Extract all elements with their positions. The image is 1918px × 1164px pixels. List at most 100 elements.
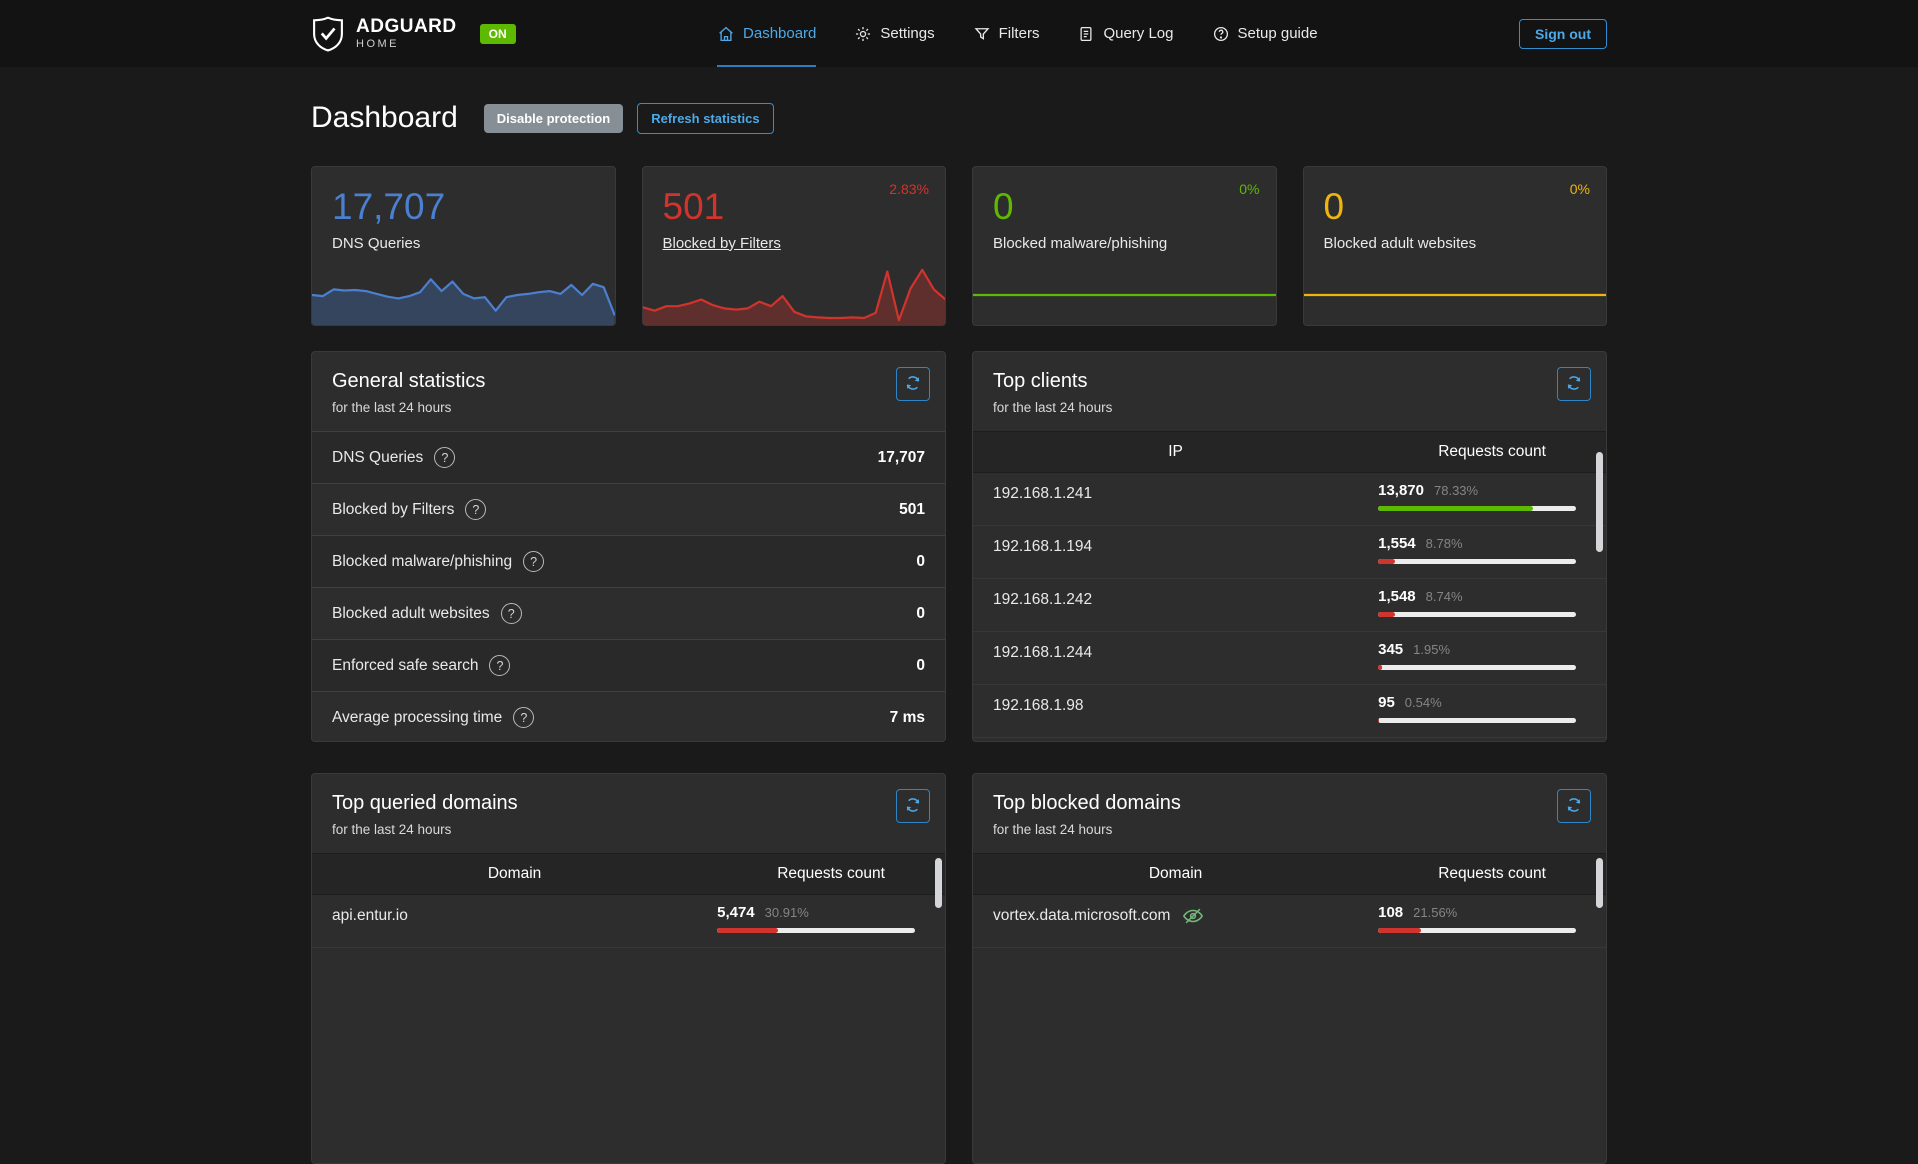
progress-bar — [1378, 928, 1576, 933]
card-value: 0 — [1324, 187, 1607, 228]
help-icon[interactable]: ? — [465, 499, 486, 520]
top-clients-panel: Top clients for the last 24 hours — [972, 351, 1607, 742]
help-circle-icon — [1212, 25, 1230, 43]
table-row: api.entur.io 5,474 30.91% — [312, 895, 945, 948]
row-key[interactable]: api.entur.io — [332, 907, 408, 925]
progress-bar — [1378, 506, 1576, 511]
stat-row: Blocked by Filters ? 501 — [312, 484, 945, 536]
row-count: 345 — [1378, 641, 1403, 658]
table-header: Domain Requests count — [312, 853, 945, 895]
card-label: DNS Queries — [332, 235, 420, 252]
stat-row-label: Average processing time — [332, 709, 502, 727]
row-count: 1,548 — [1378, 588, 1416, 605]
stat-row-value: 0 — [916, 657, 925, 675]
stat-row: DNS Queries ? 17,707 — [312, 432, 945, 484]
funnel-icon — [973, 25, 991, 43]
column-header-requests: Requests count — [717, 865, 945, 883]
blocked-adult-sparkline — [1304, 261, 1607, 325]
nav-label: Dashboard — [743, 25, 816, 42]
row-count: 95 — [1378, 694, 1395, 711]
table-row: 192.168.1.241 13,870 78.33% — [973, 473, 1606, 526]
brand-name: ADGUARD — [356, 17, 457, 36]
refresh-statistics-button[interactable]: Refresh statistics — [637, 103, 773, 134]
nav-item-dashboard[interactable]: Dashboard — [717, 0, 816, 67]
row-key[interactable]: vortex.data.microsoft.com — [993, 907, 1170, 925]
row-percent: 30.91% — [765, 905, 809, 920]
help-icon[interactable]: ? — [513, 707, 534, 728]
refresh-button[interactable] — [896, 367, 930, 401]
refresh-button[interactable] — [896, 789, 930, 823]
table-row: 192.168.1.98 95 0.54% — [973, 685, 1606, 738]
top-blocked-domains-panel: Top blocked domains for the last 24 hour… — [972, 773, 1607, 1164]
column-header-ip: IP — [973, 443, 1378, 461]
blocked-by-filters-link[interactable]: Blocked by Filters — [663, 235, 781, 252]
row-count: 1,554 — [1378, 535, 1416, 552]
nav-item-settings[interactable]: Settings — [854, 0, 934, 67]
row-key[interactable]: 192.168.1.194 — [993, 538, 1092, 556]
nav-item-query-log[interactable]: Query Log — [1077, 0, 1173, 67]
table-row: 192.168.1.194 1,554 8.78% — [973, 526, 1606, 579]
refresh-icon — [904, 374, 922, 395]
progress-bar — [1378, 612, 1576, 617]
row-key[interactable]: 192.168.1.242 — [993, 591, 1092, 609]
card-label: Blocked malware/phishing — [993, 235, 1167, 252]
nav-label: Settings — [880, 25, 934, 42]
general-statistics-panel: General statistics for the last 24 hours — [311, 351, 946, 742]
eye-off-icon[interactable] — [1182, 905, 1204, 927]
top-queried-domains-panel: Top queried domains for the last 24 hour… — [311, 773, 946, 1164]
panel-subtitle: for the last 24 hours — [993, 822, 1586, 837]
card-percent: 0% — [1239, 181, 1259, 197]
document-icon — [1077, 25, 1095, 43]
help-icon[interactable]: ? — [523, 551, 544, 572]
panel-title: Top blocked domains — [993, 792, 1586, 815]
progress-fill — [1378, 506, 1533, 511]
card-value: 0 — [993, 187, 1276, 228]
progress-bar — [717, 928, 915, 933]
progress-bar — [1378, 665, 1576, 670]
nav-item-setup-guide[interactable]: Setup guide — [1212, 0, 1318, 67]
progress-fill — [1378, 612, 1395, 617]
table-row: 192.168.1.242 1,548 8.74% — [973, 579, 1606, 632]
refresh-button[interactable] — [1557, 367, 1591, 401]
progress-fill — [717, 928, 778, 933]
scrollbar-thumb[interactable] — [1596, 452, 1603, 552]
row-count: 5,474 — [717, 904, 755, 921]
row-count: 13,870 — [1378, 482, 1424, 499]
top-clients-table: 192.168.1.241 13,870 78.33% 192.168.1.19… — [973, 473, 1606, 738]
row-percent: 78.33% — [1434, 483, 1478, 498]
row-percent: 8.78% — [1426, 536, 1463, 551]
disable-protection-button[interactable]: Disable protection — [484, 104, 623, 133]
blocked-filters-sparkline — [643, 261, 946, 325]
row-key[interactable]: 192.168.1.241 — [993, 485, 1092, 503]
card-percent: 2.83% — [889, 181, 929, 197]
blocked-malware-sparkline — [973, 261, 1276, 325]
scrollbar-thumb[interactable] — [1596, 858, 1603, 908]
stat-row: Blocked adult websites ? 0 — [312, 588, 945, 640]
refresh-icon — [1565, 796, 1583, 817]
row-key[interactable]: 192.168.1.244 — [993, 644, 1092, 662]
nav-item-filters[interactable]: Filters — [973, 0, 1040, 67]
stat-row-label: Blocked malware/phishing — [332, 553, 512, 571]
panel-title: General statistics — [332, 370, 925, 393]
panel-title: Top clients — [993, 370, 1586, 393]
stat-cards: 17,707 DNS Queries 2.83% 501 Blocked by … — [311, 166, 1607, 326]
help-icon[interactable]: ? — [434, 447, 455, 468]
dns-queries-sparkline — [312, 261, 615, 325]
app-header: ADGUARD HOME ON Dashboard — [0, 0, 1918, 67]
scrollbar-thumb[interactable] — [935, 858, 942, 908]
stat-row: Average processing time ? 7 ms — [312, 692, 945, 742]
nav-label: Filters — [999, 25, 1040, 42]
help-icon[interactable]: ? — [489, 655, 510, 676]
help-icon[interactable]: ? — [501, 603, 522, 624]
dashboard-page: Dashboard Disable protection Refresh sta… — [311, 101, 1607, 1164]
row-key[interactable]: 192.168.1.98 — [993, 697, 1084, 715]
progress-bar — [1378, 559, 1576, 564]
stat-row-label: Blocked by Filters — [332, 501, 454, 519]
panel-subtitle: for the last 24 hours — [332, 400, 925, 415]
refresh-icon — [904, 796, 922, 817]
table-header: IP Requests count — [973, 431, 1606, 473]
sign-out-button[interactable]: Sign out — [1519, 19, 1607, 49]
stat-row: Enforced safe search ? 0 — [312, 640, 945, 692]
card-blocked-adult: 0% 0 Blocked adult websites — [1303, 166, 1608, 326]
refresh-button[interactable] — [1557, 789, 1591, 823]
